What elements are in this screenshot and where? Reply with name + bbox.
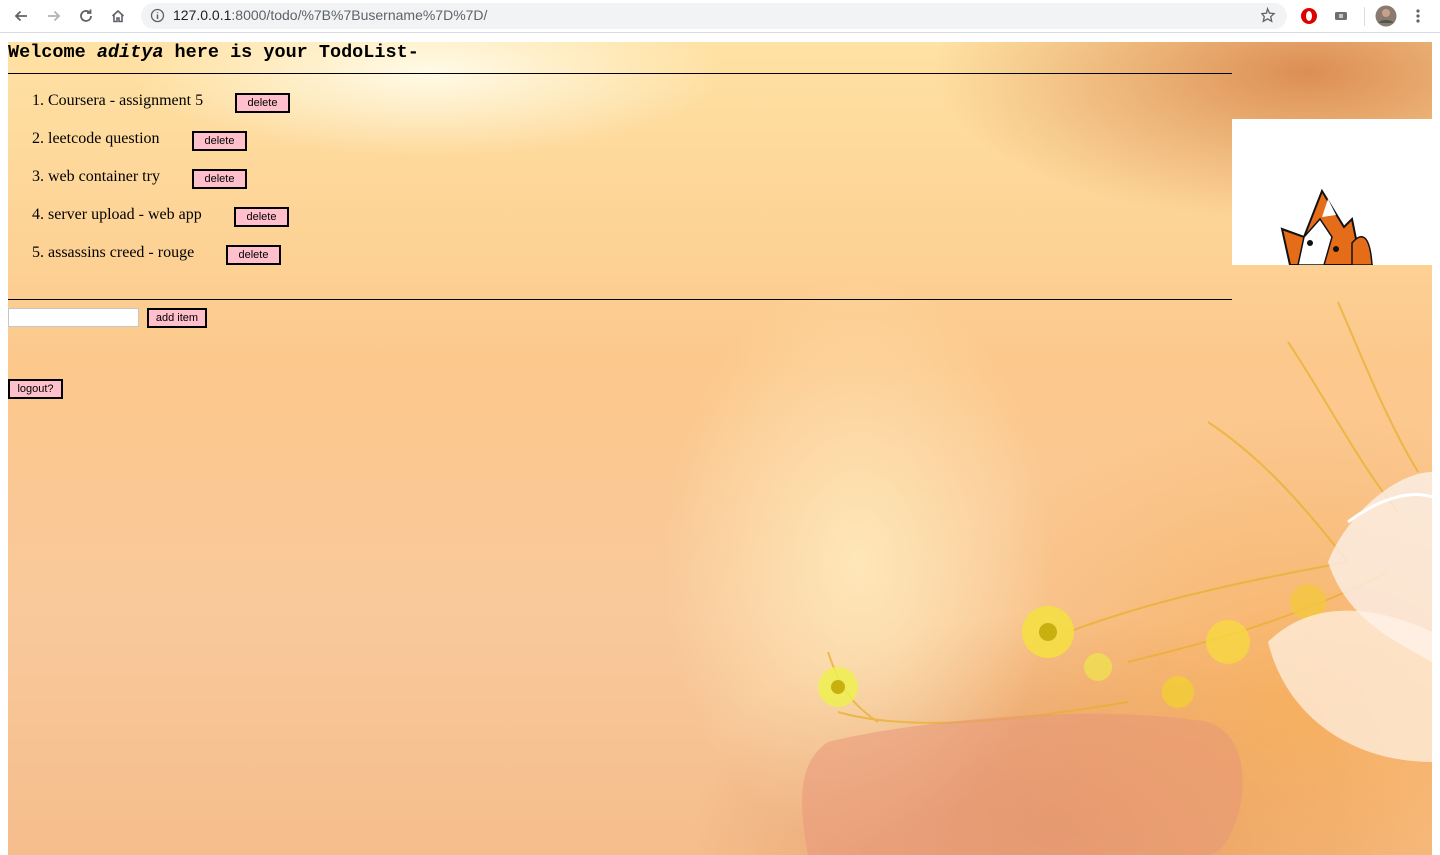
fox-image [1232,119,1432,265]
extension-icon[interactable] [1330,5,1352,27]
delete-button[interactable]: delete [226,245,281,265]
opera-extension-icon[interactable] [1298,5,1320,27]
home-icon[interactable] [106,4,130,28]
url-host: 127.0.0.1 [173,7,232,23]
username: aditya [96,42,164,63]
todo-number: 2. [32,130,44,147]
logout-button[interactable]: logout? [8,379,63,399]
address-bar[interactable]: 127.0.0.1:8000/todo/%7B%7Busername%7D%7D… [141,3,1287,29]
welcome-suffix: here is your TodoList- [163,42,419,63]
todo-text: server upload - web app [48,206,202,223]
top-divider [8,73,1232,74]
info-icon[interactable] [150,8,165,28]
forward-icon[interactable] [42,4,66,28]
todo-text: Coursera - assignment 5 [48,92,204,109]
delete-button[interactable]: delete [235,93,290,113]
delete-button[interactable]: delete [192,169,247,189]
delete-button[interactable]: delete [192,131,247,151]
add-item-button[interactable]: add item [147,308,207,328]
todo-number: 5. [32,244,44,261]
todo-text: web container try [48,168,160,185]
more-menu-icon[interactable] [1407,5,1429,27]
toolbar-separator [1364,7,1365,26]
new-item-input[interactable] [8,308,139,327]
background-image [8,42,1432,855]
page-viewport: Welcome aditya here is your TodoList- 1.… [0,33,1440,855]
back-icon[interactable] [9,4,33,28]
page-title: Welcome aditya here is your TodoList- [8,42,419,63]
reload-icon[interactable] [74,4,98,28]
welcome-prefix: Welcome [8,42,97,63]
bottom-divider [8,299,1232,300]
url-path: :8000/todo/%7B%7Busername%7D%7D/ [231,7,488,23]
flower-illustration [802,301,1432,855]
profile-avatar-icon[interactable] [1375,5,1397,27]
browser-toolbar: 127.0.0.1:8000/todo/%7B%7Busername%7D%7D… [0,0,1440,33]
todo-text: assassins creed - rouge [48,244,195,261]
star-icon[interactable] [1259,6,1276,29]
todo-number: 4. [32,206,44,223]
delete-button[interactable]: delete [234,207,289,227]
url-text[interactable]: 127.0.0.1:8000/todo/%7B%7Busername%7D%7D… [173,7,487,23]
todo-number: 1. [32,92,44,109]
todo-number: 3. [32,168,44,185]
todo-text: leetcode question [48,130,160,147]
